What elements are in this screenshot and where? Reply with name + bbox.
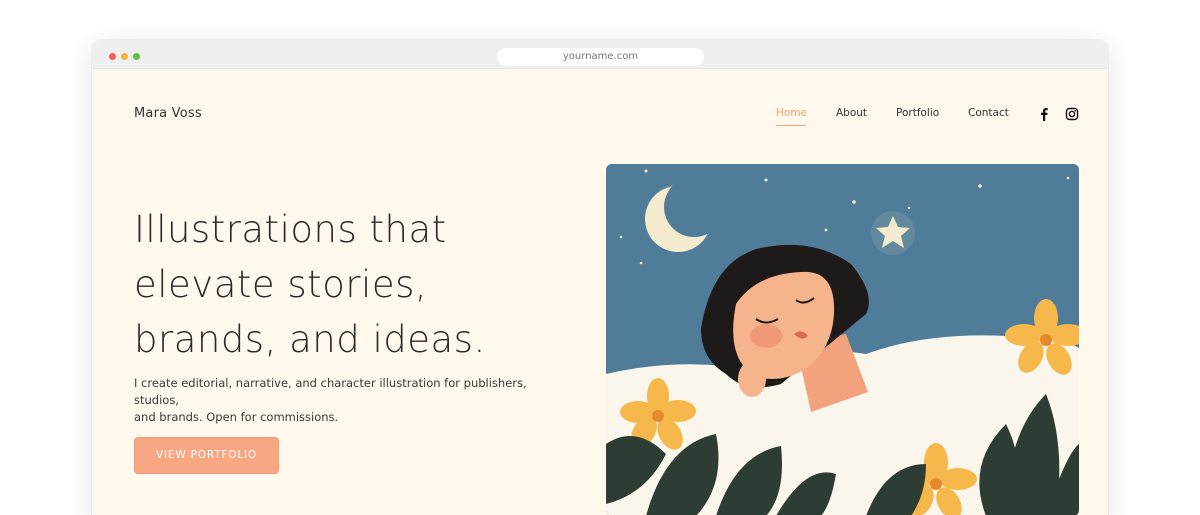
description-line: I create editorial, narrative, and chara… bbox=[134, 376, 527, 407]
nav-active-indicator bbox=[776, 125, 806, 126]
hero-headline: Illustrations that elevate stories, bran… bbox=[134, 202, 574, 367]
nav-portfolio-link[interactable]: Portfolio bbox=[896, 107, 939, 119]
address-bar[interactable]: yourname.com bbox=[497, 48, 704, 66]
nav-about-link[interactable]: About bbox=[836, 107, 867, 119]
headline-line: Illustrations that bbox=[134, 208, 447, 251]
nav-home-link[interactable]: Home bbox=[776, 107, 807, 119]
view-portfolio-button[interactable]: VIEW PORTFOLIO bbox=[134, 437, 279, 474]
maximize-window-button[interactable] bbox=[133, 53, 140, 60]
sleeping-woman-illustration bbox=[606, 164, 1079, 515]
hero-description: I create editorial, narrative, and chara… bbox=[134, 375, 564, 426]
headline-line: elevate stories, bbox=[134, 263, 428, 306]
minimize-window-button[interactable] bbox=[121, 53, 128, 60]
headline-line: brands, and ideas. bbox=[134, 318, 486, 361]
main-nav: Home About Portfolio Contact bbox=[92, 107, 1108, 127]
browser-window: yourname.com Mara Voss Home About Portfo… bbox=[92, 40, 1108, 515]
description-line: and brands. Open for commissions. bbox=[134, 410, 339, 424]
hero-illustration bbox=[606, 164, 1079, 515]
nav-contact-link[interactable]: Contact bbox=[968, 107, 1009, 119]
browser-toolbar: yourname.com bbox=[92, 40, 1108, 69]
big-star bbox=[871, 211, 915, 255]
facebook-icon[interactable] bbox=[1037, 107, 1051, 121]
close-window-button[interactable] bbox=[109, 53, 116, 60]
instagram-icon[interactable] bbox=[1065, 107, 1079, 121]
